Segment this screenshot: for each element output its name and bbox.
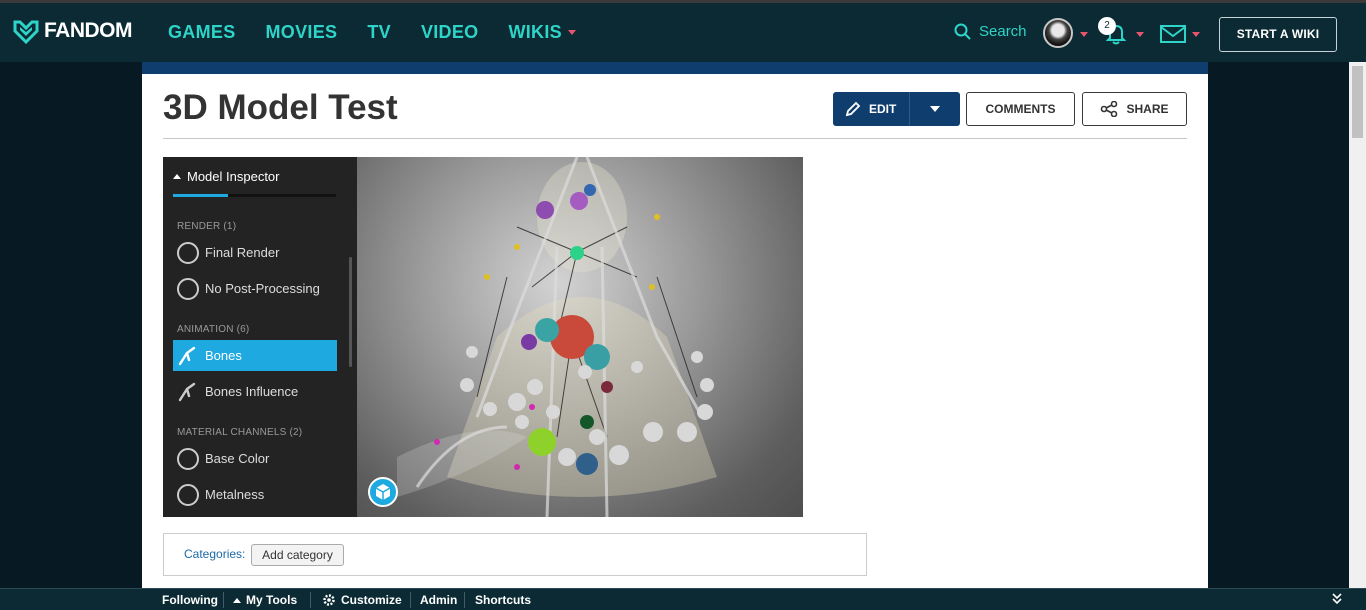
bones-icon [178,346,196,365]
inspector-progress-bar [173,194,336,197]
edit-button-group: EDIT [833,92,960,126]
chevron-up-icon [233,597,241,603]
model-viewer[interactable]: Model Inspector RENDER (1) Final Render … [163,157,803,517]
model-inspector-toggle[interactable]: Model Inspector [173,169,280,184]
scrollbar-thumb[interactable] [1352,66,1363,138]
chevron-up-icon [173,174,181,179]
main-nav-links: GAMES MOVIES TV VIDEO WIKIS [168,22,606,43]
fandom-heart-icon [13,20,39,45]
logo-text: FANDOM [44,19,133,42]
edit-dropdown-button[interactable] [910,106,960,112]
sketchfab-cube-icon[interactable] [368,477,398,507]
search-label: Search [979,23,1027,40]
double-chevron-down-icon[interactable] [1331,592,1343,606]
chevron-down-icon[interactable] [1192,32,1200,37]
inspector-item-base-color[interactable]: Base Color [173,443,337,474]
article-page: 3D Model Test EDIT COMMENTS SHARE Model … [142,62,1208,592]
toolbar-my-tools-label: My Tools [246,593,298,607]
render-icon [177,241,199,264]
edit-label: EDIT [869,102,897,116]
share-icon [1101,101,1118,117]
toolbar-divider [464,592,465,608]
gear-icon [323,594,335,606]
inspector-item-metalness[interactable]: Metalness [173,479,337,510]
bottom-toolbar: Following My Tools Customize Admin Short… [0,588,1366,610]
bones-influence-icon [178,382,196,401]
nav-wikis-label: WIKIS [508,22,562,42]
section-animation: ANIMATION (6) [177,324,250,335]
title-divider [163,138,1187,139]
nav-tv[interactable]: TV [367,22,391,43]
chevron-down-icon [930,106,940,112]
comments-button[interactable]: COMMENTS [966,92,1075,126]
nav-wikis[interactable]: WIKIS [508,22,576,43]
toolbar-divider [410,592,411,608]
item-label: Final Render [205,245,280,260]
toolbar-shortcuts[interactable]: Shortcuts [475,593,531,607]
chevron-down-icon[interactable] [1080,32,1088,37]
toolbar-customize-label: Customize [341,593,402,607]
search-icon [954,23,971,40]
start-a-wiki-button[interactable]: START A WIKI [1219,17,1337,52]
render-icon [177,277,199,300]
add-category-button[interactable]: Add category [251,544,344,566]
model-inspector-panel: Model Inspector RENDER (1) Final Render … [163,157,357,517]
community-header-strip [142,62,1208,74]
toolbar-customize[interactable]: Customize [322,593,402,607]
inspector-item-bones[interactable]: Bones [173,340,337,371]
inspector-title: Model Inspector [187,169,280,184]
chevron-down-icon[interactable] [1136,32,1144,37]
nav-video[interactable]: VIDEO [421,22,479,43]
inspector-item-no-post-processing[interactable]: No Post-Processing [173,273,337,304]
item-label: Bones [205,348,242,363]
inspector-scrollbar[interactable] [349,257,352,367]
item-label: Metalness [205,487,265,502]
avatar[interactable] [1043,18,1073,48]
share-button[interactable]: SHARE [1082,92,1187,126]
categories-box: Categories: Add category [163,533,867,576]
toolbar-following[interactable]: Following [162,593,218,607]
comments-label: COMMENTS [985,102,1056,116]
categories-label[interactable]: Categories: [184,547,245,561]
edit-button[interactable]: EDIT [833,92,910,126]
toolbar-my-tools[interactable]: My Tools [233,593,297,607]
page-title: 3D Model Test [163,88,398,127]
item-label: No Post-Processing [205,281,320,296]
item-label: Bones Influence [205,384,299,399]
inspector-item-bones-influence[interactable]: Bones Influence [173,376,337,407]
skeleton-render [397,157,717,517]
nav-movies[interactable]: MOVIES [266,22,338,43]
section-render: RENDER (1) [177,221,237,232]
section-material-channels: MATERIAL CHANNELS (2) [177,427,303,438]
model-render-canvas[interactable] [357,157,803,517]
pencil-icon [845,101,861,117]
toolbar-divider [310,592,311,608]
toolbar-divider [223,592,224,608]
page-scrollbar[interactable] [1349,62,1366,588]
cube-icon [375,484,391,500]
global-navigation: FANDOM GAMES MOVIES TV VIDEO WIKIS Searc… [0,0,1366,62]
mail-icon[interactable] [1160,25,1186,43]
lightning-icon [177,483,199,506]
notification-badge: 2 [1098,17,1116,35]
search-button[interactable]: Search [954,23,1027,40]
toolbar-admin[interactable]: Admin [420,593,457,607]
nav-games[interactable]: GAMES [168,22,236,43]
chevron-down-icon [567,30,576,35]
fandom-logo[interactable]: FANDOM [12,17,133,45]
inspector-item-final-render[interactable]: Final Render [173,237,337,268]
share-label: SHARE [1126,102,1169,116]
droplet-icon [177,447,199,470]
item-label: Base Color [205,451,270,466]
